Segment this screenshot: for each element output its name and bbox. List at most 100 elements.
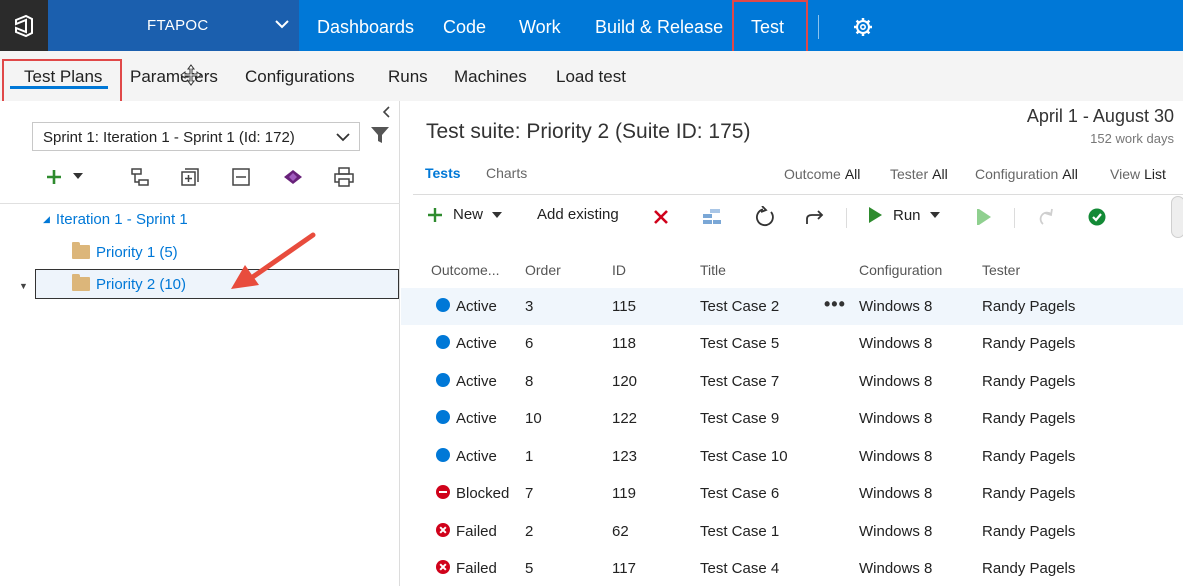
tree-item-priority-1[interactable]: Priority 1 (5) xyxy=(72,242,178,261)
order-cell: 6 xyxy=(525,335,534,352)
column-header-outcome[interactable]: Outcome... xyxy=(431,262,499,278)
table-row[interactable]: Active 8 120 Test Case 7 Windows 8 Randy… xyxy=(401,363,1183,400)
test-plans-highlight-box xyxy=(2,59,122,104)
status-failed-icon xyxy=(436,560,450,574)
table-row[interactable]: Active 1 123 Test Case 10 Windows 8 Rand… xyxy=(401,438,1183,475)
table-row[interactable]: Active 6 118 Test Case 5 Windows 8 Randy… xyxy=(401,325,1183,362)
column-header-title[interactable]: Title xyxy=(700,262,726,278)
title-cell: Test Case 5 xyxy=(700,335,780,352)
share-icon[interactable] xyxy=(805,208,825,226)
order-cell: 5 xyxy=(525,560,534,577)
add-existing-button[interactable]: Add existing xyxy=(537,206,619,223)
table-row[interactable]: Failed 2 62 Test Case 1 Windows 8 Randy … xyxy=(401,513,1183,550)
remove-icon[interactable] xyxy=(653,209,669,225)
nav-build-release[interactable]: Build & Release xyxy=(595,17,723,38)
add-suite-icon[interactable] xyxy=(44,167,64,187)
title-cell: Test Case 4 xyxy=(700,560,780,577)
toolbar-scroll-handle[interactable] xyxy=(1171,196,1183,238)
vsts-logo-icon[interactable] xyxy=(0,0,48,51)
order-cell: 3 xyxy=(525,298,534,315)
tab-load-test[interactable]: Load test xyxy=(556,67,626,87)
column-header-configuration[interactable]: Configuration xyxy=(859,262,942,278)
filter-configuration[interactable]: Configuration All xyxy=(975,166,1078,182)
tree-root-node[interactable]: ◢ Iteration 1 - Sprint 1 xyxy=(43,211,188,228)
work-days-count: 152 work days xyxy=(1090,131,1174,146)
collapse-all-icon[interactable] xyxy=(231,167,251,187)
refresh-icon[interactable] xyxy=(754,206,776,228)
tree-root-label: Iteration 1 - Sprint 1 xyxy=(55,211,188,228)
run-button[interactable]: Run xyxy=(867,206,940,224)
new-label: New xyxy=(453,206,484,223)
outcome-cell: Blocked xyxy=(456,485,510,502)
filter-tester[interactable]: Tester All xyxy=(890,166,948,182)
tester-cell: Randy Pagels xyxy=(982,298,1076,315)
test-runner-icon[interactable] xyxy=(282,167,304,187)
title-cell: Test Case 9 xyxy=(700,410,780,427)
filter-icon[interactable] xyxy=(370,125,390,145)
table-row[interactable]: Active 10 122 Test Case 9 Windows 8 Rand… xyxy=(401,400,1183,437)
tree-item-priority-2[interactable]: Priority 2 (10) xyxy=(72,274,187,293)
table-row[interactable]: Blocked 7 119 Test Case 6 Windows 8 Rand… xyxy=(401,475,1183,512)
title-cell: Test Case 1 xyxy=(700,523,780,540)
column-header-id[interactable]: ID xyxy=(612,262,626,278)
collapse-panel-icon[interactable] xyxy=(382,105,392,119)
outcome-cell: Active xyxy=(456,335,497,352)
nav-divider xyxy=(818,15,819,39)
filter-view[interactable]: View List xyxy=(1110,166,1166,182)
tester-cell: Randy Pagels xyxy=(982,485,1076,502)
status-active-icon xyxy=(436,373,450,387)
nav-code[interactable]: Code xyxy=(443,17,486,38)
tab-configurations[interactable]: Configurations xyxy=(245,67,355,87)
tab-parameters[interactable]: Parameters xyxy=(130,67,218,87)
outcome-cell: Active xyxy=(456,298,497,315)
nav-work[interactable]: Work xyxy=(519,17,561,38)
page-title: Test suite: Priority 2 (Suite ID: 175) xyxy=(426,120,751,143)
more-actions-icon[interactable]: ••• xyxy=(824,294,846,315)
expand-triangle-icon[interactable]: ▼ xyxy=(19,281,28,291)
open-hierarchy-icon[interactable] xyxy=(130,167,150,187)
nav-dashboards[interactable]: Dashboards xyxy=(317,17,414,38)
sprint-date-range: April 1 - August 30 xyxy=(1026,106,1174,126)
status-blocked-icon xyxy=(436,485,450,499)
status-active-icon xyxy=(436,410,450,424)
table-row[interactable]: Failed 5 117 Test Case 4 Windows 8 Randy… xyxy=(401,550,1183,587)
column-header-order[interactable]: Order xyxy=(525,262,561,278)
id-cell: 118 xyxy=(612,335,636,352)
tester-cell: Randy Pagels xyxy=(982,523,1076,540)
title-cell: Test Case 10 xyxy=(700,448,788,465)
nav-test-highlight-box xyxy=(732,0,808,54)
tree-item-label: Priority 1 (5) xyxy=(96,244,178,261)
id-cell: 120 xyxy=(612,373,638,390)
reset-icon[interactable] xyxy=(1037,207,1055,227)
tab-runs[interactable]: Runs xyxy=(388,67,428,87)
tab-machines[interactable]: Machines xyxy=(454,67,527,87)
configuration-cell: Windows 8 xyxy=(859,373,933,390)
test-plan-dropdown[interactable]: Sprint 1: Iteration 1 - Sprint 1 (Id: 17… xyxy=(32,122,360,151)
plus-icon xyxy=(428,207,442,222)
pass-test-icon[interactable] xyxy=(1088,208,1106,226)
project-selector[interactable]: FTAPOC xyxy=(48,0,299,51)
print-icon[interactable] xyxy=(334,167,354,187)
sub-navigation-bar: Test Plans Parameters Configurations Run… xyxy=(0,51,1183,104)
status-active-icon xyxy=(436,298,450,312)
expand-all-icon[interactable] xyxy=(180,167,200,187)
gear-icon[interactable] xyxy=(853,17,873,37)
project-name: FTAPOC xyxy=(147,17,209,34)
order-cell: 10 xyxy=(525,410,542,427)
folder-icon xyxy=(72,274,90,291)
title-cell: Test Case 6 xyxy=(700,485,780,502)
column-header-tester[interactable]: Tester xyxy=(982,262,1020,278)
edit-grid-icon[interactable] xyxy=(702,208,722,226)
chevron-down-icon xyxy=(492,211,503,218)
tree-item-label: Priority 2 (10) xyxy=(96,276,187,293)
tab-tests[interactable]: Tests xyxy=(425,165,461,181)
tab-charts[interactable]: Charts xyxy=(486,165,527,181)
filter-outcome[interactable]: Outcome All xyxy=(784,166,860,182)
table-row[interactable]: Active 3 115 Test Case 2 ••• Windows 8 R… xyxy=(401,288,1183,325)
chevron-down-icon[interactable] xyxy=(72,171,84,181)
resume-run-icon[interactable] xyxy=(976,208,994,226)
add-existing-label: Add existing xyxy=(537,206,619,223)
title-cell: Test Case 2 xyxy=(700,298,780,315)
collapse-triangle-icon[interactable]: ◢ xyxy=(43,214,50,225)
new-test-case-button[interactable]: New xyxy=(427,206,503,223)
